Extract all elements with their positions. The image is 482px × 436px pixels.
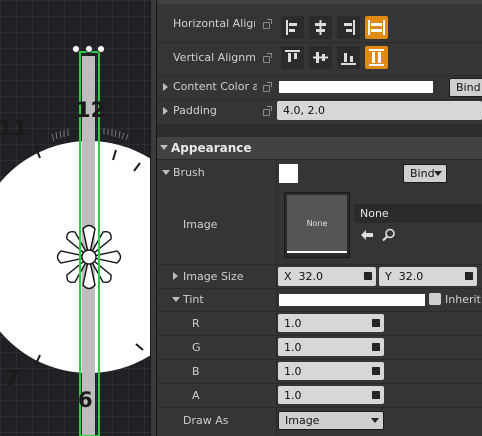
clock-preview [0, 45, 150, 436]
content-color-swatch[interactable] [279, 81, 433, 93]
tint-a-field[interactable]: 1.0 [278, 386, 384, 404]
draw-as-row: Draw As Image [157, 408, 482, 434]
reset-icon[interactable] [263, 106, 272, 116]
draw-as-dropdown[interactable]: Image [278, 411, 384, 430]
expand-arrow-icon[interactable] [163, 107, 168, 115]
collapse-arrow-icon [160, 145, 168, 150]
find-in-browser-icon[interactable] [382, 228, 396, 242]
h-align-fill-button[interactable] [365, 16, 388, 39]
tint-g-row: G 1.0 [157, 336, 482, 359]
reset-icon[interactable] [263, 19, 272, 29]
padding-row: Padding 4.0, 2.0 [157, 100, 482, 122]
h-align-center-button[interactable] [309, 16, 332, 39]
image-size-row: Image Size X 32.0 Y 32.0 [157, 265, 482, 287]
reset-icon[interactable] [263, 82, 272, 92]
tint-a-row: A 1.0 [157, 384, 482, 407]
browse-asset-arrow-icon[interactable] [360, 229, 374, 241]
tint-r-row: R 1.0 [157, 312, 482, 335]
brush-color-swatch[interactable] [279, 164, 298, 183]
clock-number-11: 11 [0, 116, 28, 140]
tint-r-label: R [192, 317, 200, 330]
chevron-down-icon [371, 418, 379, 423]
image-label: Image [183, 218, 218, 231]
clock-pivot [56, 224, 122, 290]
tint-color-swatch[interactable] [279, 294, 425, 306]
vertical-alignment-label: Vertical Alignment [173, 51, 255, 64]
expand-arrow-icon[interactable] [173, 272, 178, 280]
tint-r-field[interactable]: 1.0 [278, 314, 384, 332]
collapse-arrow-icon[interactable] [162, 170, 170, 175]
horizontal-alignment-label: Horizontal Alignment [173, 17, 255, 30]
tint-row: Tint Inherit [157, 289, 482, 311]
tint-g-field[interactable]: 1.0 [278, 338, 384, 356]
inherit-label: Inherit [445, 293, 481, 306]
v-align-top-button[interactable] [281, 46, 304, 69]
collapse-arrow-icon[interactable] [172, 297, 180, 302]
h-align-right-button[interactable] [337, 16, 360, 39]
vertical-alignment-row: Vertical Alignment [157, 43, 482, 73]
image-thumbnail-text: None [287, 195, 347, 253]
brush-bind-button[interactable]: Bind [403, 164, 447, 183]
h-align-left-button[interactable] [281, 16, 304, 39]
image-size-x-field[interactable]: X 32.0 [278, 267, 376, 286]
tint-b-field[interactable]: 1.0 [278, 362, 384, 380]
expand-arrow-icon[interactable] [163, 83, 168, 91]
padding-label: Padding [173, 104, 217, 117]
tint-a-label: A [192, 389, 200, 402]
draw-as-label: Draw As [183, 414, 229, 427]
panel-splitter[interactable] [150, 0, 157, 436]
tint-b-row: B 1.0 [157, 360, 482, 383]
horizontal-alignment-row: Horizontal Alignment [157, 4, 482, 42]
tint-b-label: B [192, 365, 200, 378]
image-size-label: Image Size [183, 270, 244, 283]
selection-handles [72, 45, 105, 53]
clock-number-6: 6 [78, 388, 93, 412]
appearance-section-header[interactable]: Appearance [157, 137, 482, 159]
v-align-center-button[interactable] [309, 46, 332, 69]
content-color-label: Content Color and Opacity [173, 80, 257, 93]
tint-g-label: G [192, 341, 201, 354]
clock-number-12: 12 [76, 98, 106, 122]
details-panel: Horizontal Alignment Vertical Alignment [157, 0, 482, 436]
padding-field[interactable]: 4.0, 2.0 [277, 101, 482, 120]
reset-icon[interactable] [263, 53, 272, 63]
image-asset-picker[interactable]: None [354, 204, 482, 223]
content-color-row: Content Color and Opacity Bind [157, 76, 482, 98]
content-color-bind-button[interactable]: Bind [449, 78, 482, 97]
v-align-fill-button[interactable] [365, 46, 388, 69]
brush-label: Brush [173, 166, 205, 179]
image-thumbnail[interactable]: None [284, 192, 350, 258]
brush-row: Brush Bind [157, 160, 482, 186]
image-size-y-field[interactable]: Y 32.0 [379, 267, 477, 286]
v-align-bottom-button[interactable] [337, 46, 360, 69]
tint-label: Tint [183, 293, 204, 306]
inherit-checkbox[interactable] [429, 293, 441, 305]
designer-canvas[interactable]: 11 12 7 6 [0, 0, 150, 436]
clock-number-7: 7 [5, 366, 20, 390]
